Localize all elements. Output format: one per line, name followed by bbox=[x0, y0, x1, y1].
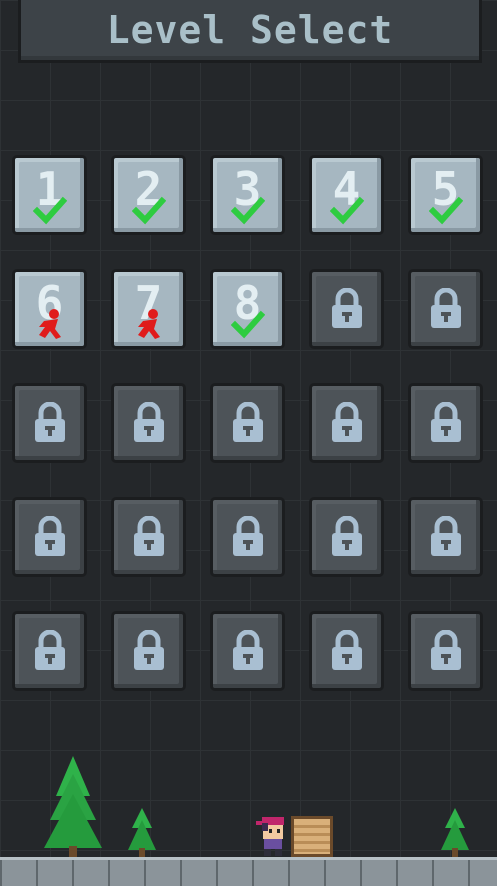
check-icon bbox=[428, 196, 463, 225]
padlock-icon bbox=[430, 516, 461, 556]
wooden-crate-icon bbox=[291, 816, 333, 857]
level-grid: 1 2 3 4 5 6 7 8 bbox=[12, 155, 483, 691]
level-tile-locked[interactable] bbox=[210, 383, 285, 463]
padlock-icon bbox=[331, 402, 362, 442]
level-tile-locked[interactable] bbox=[111, 497, 186, 577]
level-tile-locked[interactable] bbox=[408, 497, 483, 577]
check-icon bbox=[329, 196, 364, 225]
level-tile-locked[interactable] bbox=[12, 611, 87, 691]
title-banner: Level Select bbox=[18, 0, 482, 63]
level-tile-locked[interactable] bbox=[12, 383, 87, 463]
level-tile-8[interactable]: 8 bbox=[210, 269, 285, 349]
padlock-icon bbox=[133, 516, 164, 556]
level-tile-locked[interactable] bbox=[210, 611, 285, 691]
level-tile-locked[interactable] bbox=[210, 497, 285, 577]
padlock-icon bbox=[34, 516, 65, 556]
tree-small-icon bbox=[441, 808, 469, 858]
level-tile-locked[interactable] bbox=[111, 611, 186, 691]
padlock-icon bbox=[232, 630, 263, 670]
level-tile-locked[interactable] bbox=[309, 611, 384, 691]
tree-large-icon bbox=[44, 756, 102, 858]
level-tile-2[interactable]: 2 bbox=[111, 155, 186, 235]
padlock-icon bbox=[34, 630, 65, 670]
level-tile-locked[interactable] bbox=[111, 383, 186, 463]
padlock-icon bbox=[232, 516, 263, 556]
tree-small-icon bbox=[128, 808, 156, 858]
level-tile-locked[interactable] bbox=[408, 269, 483, 349]
check-icon bbox=[230, 310, 265, 339]
level-tile-locked[interactable] bbox=[408, 611, 483, 691]
padlock-icon bbox=[133, 630, 164, 670]
level-tile-1[interactable]: 1 bbox=[12, 155, 87, 235]
padlock-icon bbox=[331, 288, 362, 328]
check-icon bbox=[131, 196, 166, 225]
level-tile-7[interactable]: 7 bbox=[111, 269, 186, 349]
page-title: Level Select bbox=[106, 8, 394, 52]
check-icon bbox=[230, 196, 265, 225]
level-tile-locked[interactable] bbox=[408, 383, 483, 463]
player-character-icon bbox=[256, 817, 284, 856]
level-tile-3[interactable]: 3 bbox=[210, 155, 285, 235]
level-tile-locked[interactable] bbox=[309, 269, 384, 349]
level-tile-6[interactable]: 6 bbox=[12, 269, 87, 349]
level-tile-5[interactable]: 5 bbox=[408, 155, 483, 235]
padlock-icon bbox=[34, 402, 65, 442]
padlock-icon bbox=[430, 288, 461, 328]
level-tile-locked[interactable] bbox=[12, 497, 87, 577]
level-tile-locked[interactable] bbox=[309, 383, 384, 463]
padlock-icon bbox=[430, 402, 461, 442]
red-runner-icon bbox=[137, 309, 160, 339]
red-runner-icon bbox=[38, 309, 61, 339]
padlock-icon bbox=[331, 630, 362, 670]
padlock-icon bbox=[133, 402, 164, 442]
padlock-icon bbox=[430, 630, 461, 670]
padlock-icon bbox=[331, 516, 362, 556]
ground-platform bbox=[0, 857, 497, 886]
level-tile-4[interactable]: 4 bbox=[309, 155, 384, 235]
level-tile-locked[interactable] bbox=[309, 497, 384, 577]
check-icon bbox=[32, 196, 67, 225]
padlock-icon bbox=[232, 402, 263, 442]
